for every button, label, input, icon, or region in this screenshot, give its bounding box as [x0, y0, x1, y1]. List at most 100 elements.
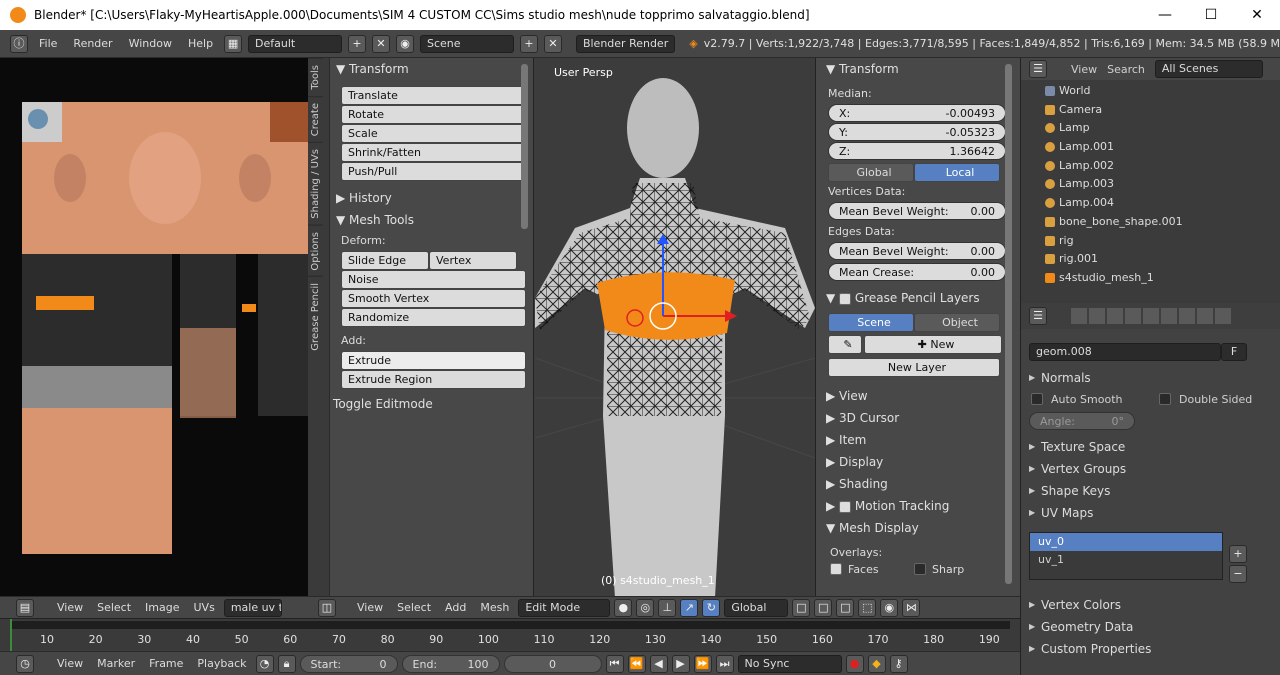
rotate-button[interactable]: Rotate: [341, 105, 526, 124]
vp-menu-add[interactable]: Add: [440, 601, 471, 614]
uv-map-item[interactable]: uv_1: [1030, 551, 1222, 569]
outliner-item-rig-001[interactable]: rig.001: [1021, 250, 1280, 269]
display-mode-select[interactable]: All Scenes: [1154, 60, 1263, 78]
new-layer-button[interactable]: New Layer: [828, 358, 1000, 377]
uv-editor-type-icon[interactable]: ▤: [16, 598, 34, 617]
mean-crease-field[interactable]: Mean Crease: 0.00: [828, 263, 1006, 281]
vp-menu-view[interactable]: View: [352, 601, 388, 614]
outliner-view-menu[interactable]: View: [1071, 63, 1097, 76]
transform-properties-header[interactable]: ▼ Transform: [826, 58, 1006, 80]
display-panel-header[interactable]: ▶ Display: [826, 451, 1006, 473]
tab-shading-uvs[interactable]: Shading / UVs: [308, 141, 323, 225]
uv-menu-select[interactable]: Select: [92, 601, 136, 614]
history-panel-header[interactable]: ▶ History: [336, 187, 526, 209]
grease-pencil-layers-header[interactable]: ▼ Grease Pencil Layers: [826, 287, 1006, 309]
properties-editor-icon[interactable]: ☰: [1029, 307, 1047, 325]
motion-tracking-checkbox[interactable]: [839, 500, 852, 513]
texture-space-header[interactable]: Texture Space: [1021, 436, 1280, 458]
proportional-edit-icon[interactable]: ◉: [880, 598, 899, 617]
next-keyframe-icon[interactable]: ⏩: [693, 654, 712, 673]
image-browse-field[interactable]: male uv te: [223, 598, 282, 617]
3d-cursor-panel-header[interactable]: ▶ 3D Cursor: [826, 407, 1006, 429]
scene-icon[interactable]: ◉: [396, 34, 414, 53]
tool-shelf-scrollbar[interactable]: [521, 64, 528, 229]
toggle-editmode-header[interactable]: ▼ Toggle Editmode: [320, 393, 433, 415]
uv-menu-view[interactable]: View: [52, 601, 88, 614]
outliner-item-bone-shape[interactable]: bone_bone_shape.001: [1021, 213, 1280, 232]
outliner-item-camera[interactable]: Camera: [1021, 101, 1280, 120]
double-sided-checkbox[interactable]: [1159, 393, 1171, 405]
geometry-data-header[interactable]: Geometry Data: [1021, 616, 1280, 638]
outliner-item-lamp[interactable]: Lamp: [1021, 119, 1280, 138]
menu-window[interactable]: Window: [124, 37, 177, 50]
median-z-field[interactable]: Z: 1.36642: [828, 142, 1006, 160]
item-panel-header[interactable]: ▶ Item: [826, 429, 1006, 451]
median-x-field[interactable]: X: -0.00493: [828, 104, 1006, 122]
occlude-icon[interactable]: ⬚: [858, 598, 877, 617]
uv-menu-uvs[interactable]: UVs: [189, 601, 220, 614]
timeline-area[interactable]: 10 20 30 40 50 60 70 80 90 100 110 120 1…: [0, 618, 1020, 651]
push-pull-button[interactable]: Push/Pull: [341, 162, 526, 181]
mode-select[interactable]: Edit Mode: [518, 598, 611, 617]
normals-panel-header[interactable]: Normals: [1021, 367, 1280, 389]
noise-button[interactable]: Noise: [341, 270, 526, 289]
outliner-search-menu[interactable]: Search: [1107, 63, 1145, 76]
start-frame-field[interactable]: Start: 0: [299, 654, 398, 673]
menu-render[interactable]: Render: [68, 37, 117, 50]
fake-user-toggle[interactable]: F: [1221, 343, 1247, 361]
custom-properties-header[interactable]: Custom Properties: [1021, 638, 1280, 660]
close-button[interactable]: ✕: [1234, 0, 1280, 30]
jump-start-icon[interactable]: ⏮: [605, 654, 624, 673]
grease-pencil-checkbox[interactable]: [839, 292, 852, 305]
viewport-editor-type-icon[interactable]: ◫: [318, 598, 336, 617]
vertex-colors-header[interactable]: Vertex Colors: [1021, 594, 1280, 616]
face-select-icon[interactable]: □: [836, 598, 855, 617]
gp-scene-toggle[interactable]: Scene: [828, 313, 914, 332]
vp-menu-select[interactable]: Select: [392, 601, 436, 614]
extrude-region-button[interactable]: Extrude Region: [341, 370, 526, 389]
render-engine-select[interactable]: Blender Render: [575, 34, 676, 53]
vertex-slide-button[interactable]: Vertex: [429, 251, 517, 270]
manipulator-icon[interactable]: ⊥: [658, 598, 677, 617]
motion-tracking-header[interactable]: ▶ Motion Tracking: [826, 495, 1006, 517]
sync-mode-select[interactable]: No Sync: [737, 654, 842, 673]
view-panel-header[interactable]: ▶ View: [826, 385, 1006, 407]
pivot-select-icon[interactable]: ◎: [636, 598, 655, 617]
shading-select-icon[interactable]: ●: [614, 598, 633, 617]
uv-maps-header[interactable]: UV Maps: [1021, 502, 1280, 524]
auto-smooth-checkbox[interactable]: [1031, 393, 1043, 405]
mesh-display-header[interactable]: ▼ Mesh Display: [826, 517, 1006, 539]
prev-keyframe-icon[interactable]: ⏪: [627, 654, 646, 673]
tl-menu-frame[interactable]: Frame: [144, 657, 188, 670]
end-frame-field[interactable]: End: 100: [401, 654, 500, 673]
orientation-select[interactable]: Global: [724, 598, 789, 617]
outliner-item-world[interactable]: World: [1021, 82, 1280, 101]
outliner-item-s4studio-mesh[interactable]: s4studio_mesh_1: [1021, 269, 1280, 288]
layout-field[interactable]: Default: [248, 34, 342, 53]
uv-map-item-active[interactable]: uv_0: [1030, 533, 1222, 551]
faces-checkbox[interactable]: [830, 563, 842, 575]
pencil-icon[interactable]: ✎: [828, 335, 862, 354]
outliner-item-lamp-003[interactable]: Lamp.003: [1021, 175, 1280, 194]
outliner-item-rig[interactable]: rig: [1021, 232, 1280, 251]
mesh-name-field[interactable]: geom.008: [1029, 343, 1221, 361]
uv-menu-image[interactable]: Image: [140, 601, 184, 614]
maximize-button[interactable]: ☐: [1188, 0, 1234, 30]
screen-layout-icon[interactable]: ▦: [224, 34, 243, 53]
current-frame-marker[interactable]: [10, 619, 12, 651]
sharp-checkbox[interactable]: [914, 563, 926, 575]
jump-end-icon[interactable]: ⏭: [715, 654, 734, 673]
transform-panel-header[interactable]: ▼ Transform: [336, 58, 526, 80]
tab-tools[interactable]: Tools: [308, 58, 323, 96]
3d-viewport[interactable]: User Persp (0) s4studio_mesh_1: [535, 58, 815, 596]
outliner-item-lamp-002[interactable]: Lamp.002: [1021, 157, 1280, 176]
properties-scrollbar[interactable]: [1005, 64, 1012, 584]
vertex-groups-header[interactable]: Vertex Groups: [1021, 458, 1280, 480]
snap-icon[interactable]: ⋈: [902, 598, 921, 617]
vertex-select-icon[interactable]: □: [792, 598, 811, 617]
time-icon[interactable]: ◔: [255, 654, 274, 673]
keying-set-icon[interactable]: ◆: [867, 654, 886, 673]
smooth-vertex-button[interactable]: Smooth Vertex: [341, 289, 526, 308]
outliner-editor-icon[interactable]: ☰: [1029, 60, 1047, 78]
viewport-scene[interactable]: [535, 58, 815, 596]
